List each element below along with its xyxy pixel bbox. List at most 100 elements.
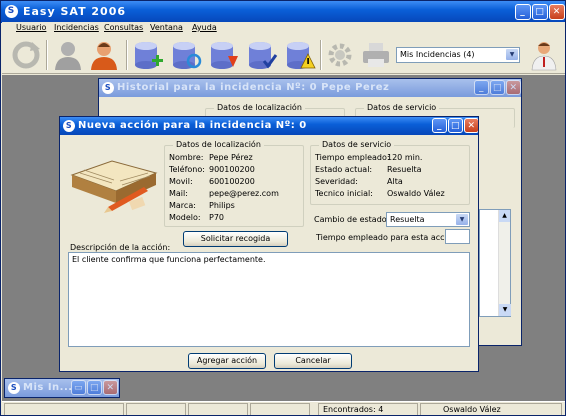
status-panel xyxy=(188,403,248,415)
telefono-label: Teléfono: xyxy=(169,165,205,174)
modelo-value: P70 xyxy=(209,213,225,222)
database-add-icon[interactable] xyxy=(132,39,164,71)
minimized-title: Mis In... xyxy=(23,382,73,393)
severidad-value: Alta xyxy=(387,177,403,186)
descripcion-text: El cliente confirma que funciona perfect… xyxy=(72,255,266,264)
toolbar-separator xyxy=(126,40,128,70)
tiempo-accion-label: Tiempo empleado para esta acción: xyxy=(316,233,460,242)
localizacion-group: Datos de localización Nombre: Pepe Pérez… xyxy=(164,140,304,227)
menu-incidencias[interactable]: Incidencias xyxy=(54,23,99,32)
tiempo-empleado-value: 120 min. xyxy=(387,153,423,162)
found-count-text: Encontrados: 4 xyxy=(323,405,384,414)
scroll-down-icon[interactable]: ▼ xyxy=(499,304,511,316)
toolbar: Mis Incidencias (4) ▼ xyxy=(2,36,565,74)
cambio-estado-select[interactable]: Resuelta ▼ xyxy=(386,212,470,227)
current-user: Oswaldo Vález xyxy=(420,403,562,415)
dialog-title: Nueva acción para la incidencia Nº: 0 xyxy=(78,120,307,131)
close-button[interactable]: ✕ xyxy=(464,118,478,133)
maximize-button[interactable]: □ xyxy=(448,118,463,133)
toolbar-separator xyxy=(320,40,322,70)
maximize-button[interactable]: □ xyxy=(87,380,102,395)
group-title: Datos de localización xyxy=(173,140,264,149)
maximize-button[interactable]: □ xyxy=(532,4,548,20)
tecnico-inicial-value: Oswaldo Vález xyxy=(387,189,445,198)
group-title: Datos de servicio xyxy=(364,103,440,112)
minimized-titlebar: S Mis In... ▭ □ ✕ xyxy=(5,379,119,397)
tecnico-inicial-label: Tecnico inicial: xyxy=(315,189,373,198)
database-warning-icon[interactable] xyxy=(284,39,316,71)
user-gray-icon[interactable] xyxy=(52,39,84,71)
dialog-titlebar: S Nueva acción para la incidencia Nº: 0 … xyxy=(60,117,478,135)
database-down-icon[interactable] xyxy=(208,39,240,71)
window-icon: S xyxy=(102,82,114,94)
minimize-button[interactable]: _ xyxy=(432,118,447,133)
status-panel xyxy=(126,403,186,415)
chevron-down-icon: ▼ xyxy=(456,214,468,225)
mail-label: Mail: xyxy=(169,189,188,198)
tiempo-accion-input[interactable] xyxy=(445,229,470,244)
scrollbar[interactable]: ▲ ▼ xyxy=(498,210,511,316)
restore-button[interactable]: ▭ xyxy=(71,380,86,395)
menu-consultas[interactable]: Consultas xyxy=(104,23,143,32)
group-title: Datos de servicio xyxy=(319,140,395,149)
movil-label: Movil: xyxy=(169,177,193,186)
scroll-up-icon[interactable]: ▲ xyxy=(499,210,510,222)
printer-icon[interactable] xyxy=(360,39,392,71)
tiempo-empleado-label: Tiempo empleado: xyxy=(315,153,390,162)
historial-list[interactable]: ▲ ▼ xyxy=(479,209,511,317)
app-titlebar: S Easy SAT 2006 _ □ ✕ xyxy=(1,1,565,23)
menu-ventana[interactable]: Ventana xyxy=(150,23,183,32)
refresh-icon[interactable] xyxy=(10,39,42,71)
status-panel xyxy=(4,403,124,415)
descripcion-textarea[interactable]: El cliente confirma que funciona perfect… xyxy=(68,252,470,347)
mail-value: pepe@perez.com xyxy=(209,189,279,198)
agregar-accion-button[interactable]: Agregar acción xyxy=(188,353,266,369)
minimized-window[interactable]: S Mis In... ▭ □ ✕ xyxy=(4,378,120,398)
nombre-label: Nombre: xyxy=(169,153,204,162)
found-count: Encontrados: 4 xyxy=(318,403,418,415)
historial-titlebar: S Historial para la incidencia Nº: 0 Pep… xyxy=(99,79,521,97)
view-select[interactable]: Mis Incidencias (4) ▼ xyxy=(396,47,520,63)
close-button[interactable]: ✕ xyxy=(549,4,565,20)
status-panel xyxy=(250,403,310,415)
solicitar-recogida-button[interactable]: Solicitar recogida xyxy=(183,231,288,247)
gear-icon[interactable] xyxy=(324,39,356,71)
book-pencil-icon xyxy=(70,160,158,213)
database-refresh-icon[interactable] xyxy=(170,39,202,71)
cancelar-button[interactable]: Cancelar xyxy=(274,353,352,369)
minimize-button[interactable]: _ xyxy=(474,80,489,95)
nueva-accion-dialog: S Nueva acción para la incidencia Nº: 0 … xyxy=(59,116,479,372)
toolbar-separator xyxy=(46,40,48,70)
app-window: S Easy SAT 2006 _ □ ✕ Usuario Incidencia… xyxy=(0,0,566,416)
window-icon: S xyxy=(63,120,75,132)
historial-title: Historial para la incidencia Nº: 0 Pepe … xyxy=(117,82,390,93)
close-button[interactable]: ✕ xyxy=(506,80,521,95)
menu-bar: Usuario Incidencias Consultas Ventana Ay… xyxy=(2,22,565,36)
movil-value: 600100200 xyxy=(209,177,255,186)
support-agent-icon[interactable] xyxy=(528,39,560,71)
group-title: Datos de localización xyxy=(214,103,305,112)
app-icon: S xyxy=(5,5,18,18)
menu-ayuda[interactable]: Ayuda xyxy=(192,23,217,32)
severidad-label: Severidad: xyxy=(315,177,358,186)
menu-usuario[interactable]: Usuario xyxy=(16,23,46,32)
chevron-down-icon: ▼ xyxy=(506,49,518,60)
minimize-button[interactable]: _ xyxy=(515,4,531,20)
database-check-icon[interactable] xyxy=(246,39,278,71)
close-button[interactable]: ✕ xyxy=(103,380,118,395)
cambio-estado-value: Resuelta xyxy=(390,215,425,224)
current-user-text: Oswaldo Vález xyxy=(443,405,501,414)
user-icon[interactable] xyxy=(88,39,120,71)
window-icon: S xyxy=(8,382,20,394)
descripcion-label: Descripción de la acción: xyxy=(70,243,171,252)
status-bar: Encontrados: 4 Oswaldo Vález xyxy=(2,401,565,415)
modelo-label: Modelo: xyxy=(169,213,201,222)
marca-label: Marca: xyxy=(169,201,196,210)
nombre-value: Pepe Pérez xyxy=(209,153,253,162)
servicio-group: Datos de servicio Tiempo empleado: 120 m… xyxy=(310,140,470,205)
estado-actual-value: Resuelta xyxy=(387,165,422,174)
maximize-button[interactable]: □ xyxy=(490,80,505,95)
estado-actual-label: Estado actual: xyxy=(315,165,373,174)
cambio-estado-label: Cambio de estado a: xyxy=(314,215,397,224)
marca-value: Philips xyxy=(209,201,235,210)
